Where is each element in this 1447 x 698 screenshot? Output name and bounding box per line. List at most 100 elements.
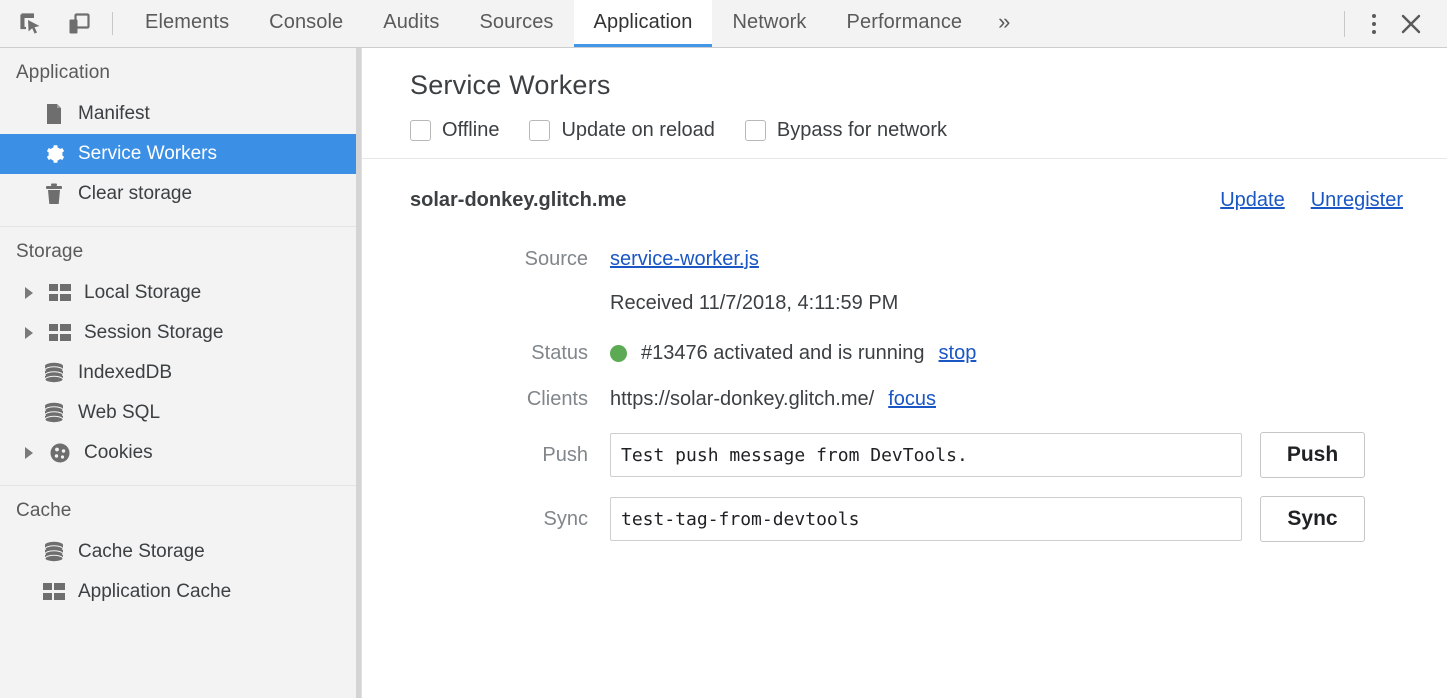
service-worker-actions: Update Unregister bbox=[1220, 189, 1403, 212]
tab-sources[interactable]: Sources bbox=[459, 0, 573, 47]
option-label: Offline bbox=[442, 119, 499, 142]
tab-application[interactable]: Application bbox=[574, 0, 713, 47]
update-link[interactable]: Update bbox=[1220, 189, 1285, 212]
tab-audits[interactable]: Audits bbox=[363, 0, 459, 47]
stop-link[interactable]: stop bbox=[939, 342, 977, 365]
sidebar-item-indexeddb[interactable]: IndexedDB bbox=[0, 353, 361, 393]
service-worker-entry: solar-donkey.glitch.me Update Unregister… bbox=[362, 159, 1447, 542]
row-received: Received 11/7/2018, 4:11:59 PM bbox=[362, 282, 1447, 322]
option-bypass-for-network[interactable]: Bypass for network bbox=[745, 119, 947, 142]
sidebar-item-label: Web SQL bbox=[78, 402, 160, 424]
bypass-for-network-checkbox[interactable] bbox=[745, 120, 766, 141]
status-indicator-icon bbox=[610, 345, 627, 362]
trash-icon bbox=[42, 182, 66, 206]
sidebar-section-storage: Storage Local Storage bbox=[0, 227, 361, 486]
push-button[interactable]: Push bbox=[1260, 432, 1365, 478]
sidebar-item-label: Service Workers bbox=[78, 143, 217, 165]
unregister-link[interactable]: Unregister bbox=[1311, 189, 1403, 212]
client-url: https://solar-donkey.glitch.me/ bbox=[610, 388, 874, 411]
sync-controls: test-tag-from-devtools Sync bbox=[610, 496, 1365, 542]
source-value: service-worker.js bbox=[610, 248, 759, 271]
sidebar-scrollbar[interactable] bbox=[356, 48, 361, 698]
chevron-right-icon[interactable] bbox=[22, 446, 36, 460]
status-value: #13476 activated and is running stop bbox=[610, 342, 976, 365]
sidebar-item-label: Clear storage bbox=[78, 183, 192, 205]
row-status: Status #13476 activated and is running s… bbox=[362, 322, 1447, 368]
toolbar-divider bbox=[112, 12, 113, 35]
sidebar-item-label: Session Storage bbox=[84, 322, 223, 344]
database-icon bbox=[42, 401, 66, 425]
update-on-reload-checkbox[interactable] bbox=[529, 120, 550, 141]
status-label: Status bbox=[410, 342, 610, 365]
toolbar-icon-group bbox=[0, 0, 102, 47]
sidebar-item-application-cache[interactable]: Application Cache bbox=[0, 572, 361, 612]
tab-label: Sources bbox=[479, 11, 553, 34]
sidebar-item-session-storage[interactable]: Session Storage bbox=[0, 313, 361, 353]
sidebar-section-application: Application Manifest bbox=[0, 48, 361, 227]
more-tabs-chevron-icon[interactable]: » bbox=[982, 0, 1026, 47]
service-worker-details: Source service-worker.js Received 11/7/2… bbox=[362, 212, 1447, 542]
tab-console[interactable]: Console bbox=[249, 0, 363, 47]
sidebar-item-manifest[interactable]: Manifest bbox=[0, 94, 361, 134]
panel-tabs: Elements Console Audits Sources Applicat… bbox=[125, 0, 1338, 47]
tab-elements[interactable]: Elements bbox=[125, 0, 249, 47]
sidebar-item-label: Local Storage bbox=[84, 282, 201, 304]
vertical-dots-icon[interactable] bbox=[1359, 7, 1389, 41]
more-tabs-label: » bbox=[998, 9, 1010, 35]
panel-header: Service Workers bbox=[362, 48, 1447, 101]
sidebar-item-label: Application Cache bbox=[78, 581, 231, 603]
sidebar-item-web-sql[interactable]: Web SQL bbox=[0, 393, 361, 433]
service-worker-options: Offline Update on reload Bypass for netw… bbox=[362, 101, 1447, 159]
service-workers-panel: Service Workers Offline Update on reload… bbox=[362, 48, 1447, 698]
row-clients: Clients https://solar-donkey.glitch.me/ … bbox=[362, 368, 1447, 414]
sync-button[interactable]: Sync bbox=[1260, 496, 1365, 542]
close-icon[interactable] bbox=[1391, 4, 1431, 44]
tab-network[interactable]: Network bbox=[712, 0, 826, 47]
sync-input[interactable]: test-tag-from-devtools bbox=[610, 497, 1242, 541]
service-worker-origin: solar-donkey.glitch.me bbox=[410, 189, 626, 212]
toolbar-right-group bbox=[1338, 0, 1447, 47]
focus-link[interactable]: focus bbox=[888, 388, 936, 411]
database-icon bbox=[42, 540, 66, 564]
device-toolbar-icon[interactable] bbox=[62, 7, 96, 41]
tab-label: Network bbox=[732, 11, 806, 34]
sidebar-section-cache: Cache Cache Storage bbox=[0, 486, 361, 624]
source-file-link[interactable]: service-worker.js bbox=[610, 248, 759, 271]
row-source: Source service-worker.js bbox=[362, 236, 1447, 282]
tab-label: Performance bbox=[847, 11, 963, 34]
sidebar-section-title: Storage bbox=[0, 227, 361, 273]
push-input[interactable]: Test push message from DevTools. bbox=[610, 433, 1242, 477]
received-value: Received 11/7/2018, 4:11:59 PM bbox=[610, 292, 898, 315]
toolbar-divider-right bbox=[1344, 11, 1345, 37]
service-worker-header: solar-donkey.glitch.me Update Unregister bbox=[362, 189, 1447, 212]
sidebar-item-clear-storage[interactable]: Clear storage bbox=[0, 174, 361, 214]
option-label: Bypass for network bbox=[777, 119, 947, 142]
sidebar-item-local-storage[interactable]: Local Storage bbox=[0, 273, 361, 313]
inspect-element-icon[interactable] bbox=[14, 7, 48, 41]
sidebar-item-cookies[interactable]: Cookies bbox=[0, 433, 361, 473]
option-label: Update on reload bbox=[561, 119, 714, 142]
sidebar-section-title: Application bbox=[0, 48, 361, 94]
sidebar-item-cache-storage[interactable]: Cache Storage bbox=[0, 532, 361, 572]
option-offline[interactable]: Offline bbox=[410, 119, 499, 142]
sidebar-item-service-workers[interactable]: Service Workers bbox=[0, 134, 361, 174]
devtools-toolbar: Elements Console Audits Sources Applicat… bbox=[0, 0, 1447, 48]
devtools-window: Elements Console Audits Sources Applicat… bbox=[0, 0, 1447, 698]
chevron-right-icon[interactable] bbox=[22, 286, 36, 300]
sidebar-item-label: Manifest bbox=[78, 103, 150, 125]
clients-value: https://solar-donkey.glitch.me/ focus bbox=[610, 388, 936, 411]
row-push: Push Test push message from DevTools. Pu… bbox=[362, 414, 1447, 478]
sync-label: Sync bbox=[410, 508, 610, 531]
push-controls: Test push message from DevTools. Push bbox=[610, 432, 1365, 478]
application-sidebar: Application Manifest bbox=[0, 48, 362, 698]
document-icon bbox=[42, 102, 66, 126]
chevron-right-icon[interactable] bbox=[22, 326, 36, 340]
source-label: Source bbox=[410, 248, 610, 271]
database-icon bbox=[42, 361, 66, 385]
option-update-on-reload[interactable]: Update on reload bbox=[529, 119, 714, 142]
tab-label: Audits bbox=[383, 11, 439, 34]
status-text: #13476 activated and is running bbox=[641, 342, 925, 365]
offline-checkbox[interactable] bbox=[410, 120, 431, 141]
tab-label: Console bbox=[269, 11, 343, 34]
tab-performance[interactable]: Performance bbox=[827, 0, 983, 47]
